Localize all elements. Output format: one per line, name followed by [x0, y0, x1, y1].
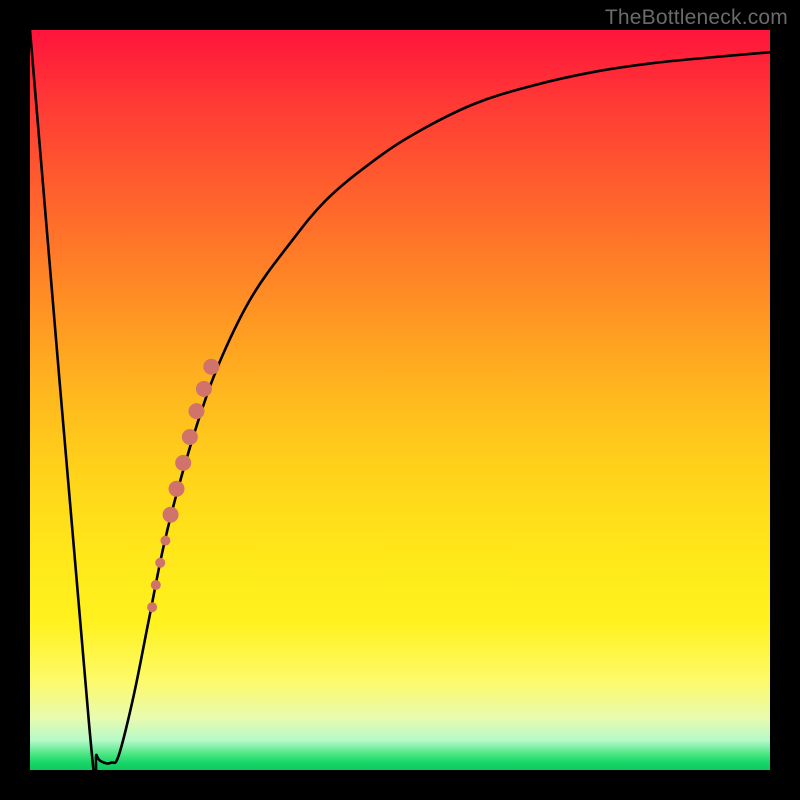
marker-dot [169, 481, 185, 497]
bottleneck-curve [30, 30, 770, 791]
marker-dot [155, 558, 165, 568]
marker-dot [151, 580, 161, 590]
watermark-text: TheBottleneck.com [605, 6, 788, 30]
marker-dot [189, 403, 205, 419]
marker-dot [203, 359, 219, 375]
marker-dot [196, 381, 212, 397]
marker-dot [175, 455, 191, 471]
plot-area [30, 30, 770, 770]
marker-dot [182, 429, 198, 445]
marker-dot [163, 507, 179, 523]
chart-frame: TheBottleneck.com [0, 0, 800, 800]
marker-dot [147, 602, 157, 612]
chart-svg [30, 30, 770, 770]
marker-dot [160, 536, 170, 546]
